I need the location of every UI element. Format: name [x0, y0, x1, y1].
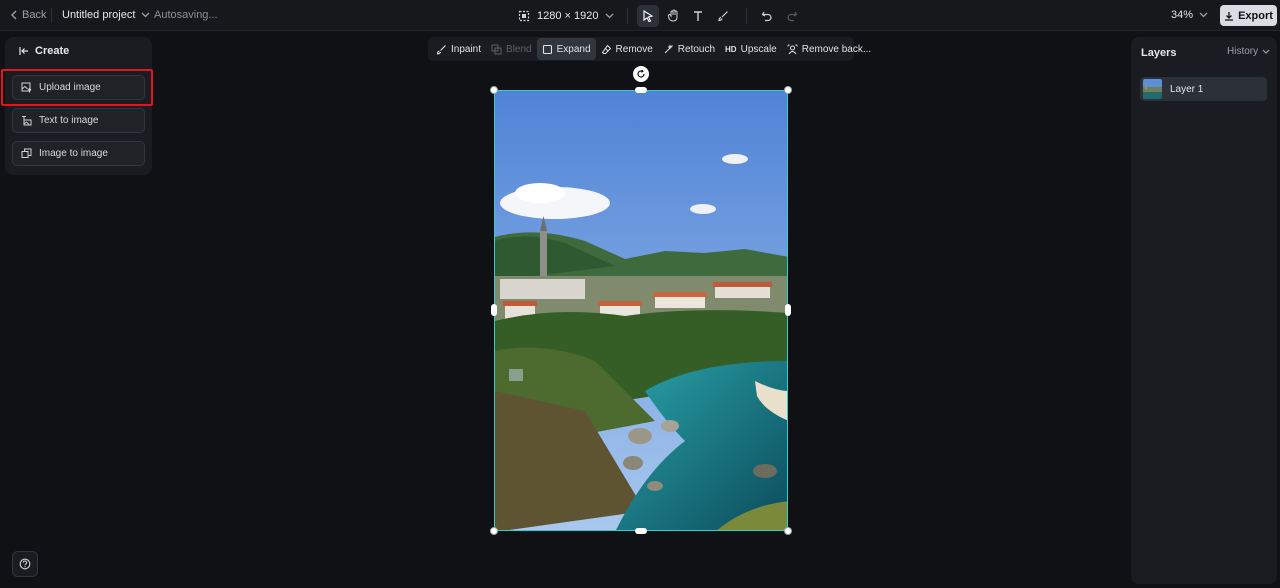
upload-image-label: Upload image: [39, 82, 101, 93]
layer-name: Layer 1: [1170, 83, 1204, 95]
remove-background-label: Remove back...: [801, 43, 872, 55]
create-header[interactable]: Create: [19, 45, 69, 57]
retouch-label: Retouch: [677, 43, 716, 55]
resize-handle-right[interactable]: [785, 304, 791, 316]
undo-icon: [762, 11, 773, 21]
back-button[interactable]: Back: [10, 9, 46, 21]
text-tool[interactable]: [687, 5, 709, 27]
history-dropdown[interactable]: History: [1227, 46, 1270, 57]
brush-icon: [718, 10, 729, 21]
hand-icon: [667, 9, 678, 22]
expand-label: Expand: [556, 43, 591, 55]
layer-item[interactable]: Layer 1: [1140, 77, 1267, 101]
upload-image-icon: [21, 82, 32, 93]
inpaint-icon: [436, 44, 446, 54]
remove-background-icon: [787, 44, 798, 54]
edit-toolbar: Inpaint Blend Expand Remove Retouch HD U…: [428, 37, 871, 61]
upscale-button[interactable]: HD Upscale: [720, 38, 782, 60]
zoom-dropdown[interactable]: 34%: [1171, 9, 1208, 21]
rotate-handle[interactable]: [633, 66, 649, 82]
canvas-size: 1280 × 1920: [537, 9, 599, 22]
redo-button[interactable]: [781, 5, 803, 27]
project-name-dropdown[interactable]: Untitled project: [62, 9, 150, 21]
redo-icon: [787, 11, 798, 21]
brush-tool[interactable]: [712, 5, 734, 27]
image-to-image-button[interactable]: Image to image: [12, 141, 145, 166]
back-label: Back: [22, 9, 47, 21]
zoom-level: 34%: [1171, 9, 1194, 21]
retouch-button[interactable]: Retouch: [658, 38, 720, 60]
help-icon: [19, 558, 31, 570]
blend-button[interactable]: Blend: [486, 38, 537, 60]
blend-icon: [491, 44, 502, 54]
canvas-image[interactable]: [494, 90, 788, 531]
inpaint-button[interactable]: Inpaint: [431, 38, 486, 60]
upload-image-button[interactable]: Upload image: [12, 75, 145, 100]
resize-handle-bottom[interactable]: [635, 528, 647, 534]
layer-thumbnail: [1143, 79, 1162, 99]
top-bar: Back Untitled project Autosaving... 1280…: [0, 0, 1280, 31]
remove-label: Remove: [615, 43, 653, 55]
resize-handle-top-left[interactable]: [490, 86, 498, 94]
layers-panel: Layers History Layer 1: [1131, 37, 1277, 584]
divider: [627, 7, 629, 24]
download-icon: [1225, 11, 1234, 21]
export-button[interactable]: Export: [1220, 5, 1277, 26]
landscape-photo: [495, 91, 787, 530]
expand-icon: [542, 44, 552, 54]
resize-handle-top-right[interactable]: [784, 86, 792, 94]
blend-label: Blend: [506, 43, 532, 55]
image-to-image-label: Image to image: [39, 148, 108, 159]
text-to-image-icon: [22, 116, 32, 126]
chevron-down-icon: [606, 13, 614, 18]
undo-button[interactable]: [756, 5, 778, 27]
upscale-label: Upscale: [740, 43, 777, 55]
resize-handle-bottom-right[interactable]: [784, 527, 792, 535]
expand-button[interactable]: Expand: [536, 38, 596, 60]
text-to-image-label: Text to image: [39, 115, 99, 126]
chevron-down-icon: [1262, 49, 1270, 54]
remove-button[interactable]: Remove: [596, 38, 658, 60]
resize-icon: [518, 10, 530, 21]
chevron-left-icon: [11, 10, 17, 20]
chevron-down-icon: [1199, 12, 1208, 18]
resize-handle-bottom-left[interactable]: [490, 527, 498, 535]
resize-handle-top[interactable]: [635, 87, 647, 93]
project-name: Untitled project: [62, 9, 136, 21]
chevron-down-icon: [141, 12, 150, 18]
text-to-image-button[interactable]: Text to image: [12, 108, 145, 133]
resize-handle-left[interactable]: [491, 304, 497, 316]
eraser-icon: [601, 44, 611, 54]
hd-badge: HD: [725, 44, 737, 54]
divider: [51, 8, 52, 23]
arrow-left-icon: [19, 47, 28, 55]
help-button[interactable]: [12, 551, 38, 577]
retouch-icon: [664, 43, 673, 53]
create-panel: Create Upload image Text to image Image …: [5, 37, 152, 175]
history-label: History: [1227, 46, 1259, 57]
center-toolbar: 1280 × 1920: [514, 4, 806, 27]
canvas-size-dropdown[interactable]: 1280 × 1920: [514, 10, 618, 22]
cursor-icon: [643, 9, 654, 22]
inpaint-label: Inpaint: [451, 43, 482, 55]
rotate-icon: [637, 69, 645, 78]
create-title: Create: [35, 45, 70, 57]
text-icon: [694, 10, 703, 21]
image-to-image-icon: [21, 148, 32, 158]
select-tool[interactable]: [637, 4, 660, 27]
layers-title: Layers: [1141, 47, 1177, 59]
remove-background-button[interactable]: Remove back...: [782, 38, 876, 60]
divider: [746, 7, 748, 24]
export-label: Export: [1238, 9, 1273, 22]
autosave-status: Autosaving...: [154, 9, 218, 21]
hand-tool[interactable]: [662, 5, 684, 27]
